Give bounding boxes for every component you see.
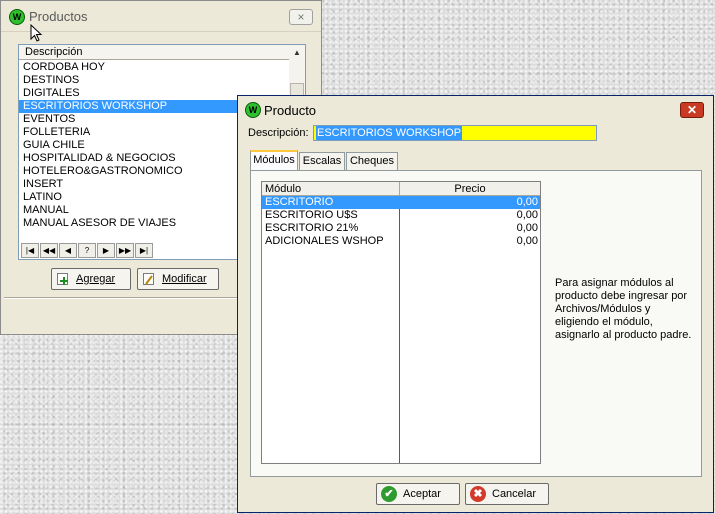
modulos-rows: ESCRITORIO 0,00 ESCRITORIO U$S 0,00 ESCR… [262,196,540,248]
column-header-descripcion[interactable]: Descripción [19,45,289,60]
cell-modulo: ESCRITORIO U$S [265,209,358,221]
edit-pencil-icon [143,273,154,285]
mouse-cursor-icon [30,24,43,42]
scroll-up-arrow-icon[interactable]: ▲ [289,45,305,61]
list-item[interactable]: CORDOBA HOY [19,61,289,74]
modulos-grid[interactable]: Módulo Precio ESCRITORIO 0,00 ESCRITORIO… [261,181,541,464]
agregar-button[interactable]: Agregar [51,268,131,290]
table-row[interactable]: ESCRITORIO 21% 0,00 [262,222,540,235]
cell-modulo: ESCRITORIO [265,196,334,208]
cell-precio: 0,00 [516,235,538,247]
tab-cheques[interactable]: Cheques [346,152,398,170]
producto-titlebar[interactable]: W Producto ✕ [238,96,713,122]
modulos-tab-panel: Módulo Precio ESCRITORIO 0,00 ESCRITORIO… [250,170,702,477]
cancelar-label: Cancelar [492,488,537,500]
aceptar-label: Aceptar [403,488,441,500]
cell-precio: 0,00 [516,209,538,221]
cell-modulo: ADICIONALES WSHOP [265,235,384,247]
cancel-x-icon: ✖ [470,486,486,502]
producto-dialog: W Producto ✕ Descripción: ESCRITORIOS WO… [237,95,714,513]
column-header-modulo[interactable]: Módulo [262,182,400,196]
descripcion-label: Descripción: [248,127,309,139]
tab-escalas[interactable]: Escalas [299,152,345,170]
add-document-icon [57,273,68,285]
productos-window-title: Productos [29,9,88,24]
nav-next-button[interactable]: ▶ [97,243,115,258]
nav-next-page-button[interactable]: ▶▶ [116,243,134,258]
producto-window-title: Producto [264,103,317,118]
agregar-label: Agregar [76,273,116,285]
productos-titlebar[interactable]: W Productos × [1,1,321,32]
checkmark-icon: ✔ [381,486,397,502]
cell-precio: 0,00 [516,222,538,234]
table-row-selected[interactable]: ESCRITORIO 0,00 [262,196,540,209]
nav-first-button[interactable]: |◀ [21,243,39,258]
descripcion-selected-text: ESCRITORIOS WORKSHOP [316,126,463,140]
table-row[interactable]: ADICIONALES WSHOP 0,00 [262,235,540,248]
nav-search-button[interactable]: ? [78,243,96,258]
column-header-precio[interactable]: Precio [400,182,540,196]
modificar-button[interactable]: Modificar [137,268,219,290]
modificar-label: Modificar [162,273,207,285]
tab-modulos[interactable]: Módulos [250,150,298,170]
productos-close-button[interactable]: × [289,9,313,25]
producto-close-button[interactable]: ✕ [680,102,704,118]
nav-last-button[interactable]: ▶| [135,243,153,258]
app-logo-icon: W [9,9,25,25]
modulos-help-text: Para asignar módulos al producto debe in… [555,277,692,341]
list-item[interactable]: DESTINOS [19,74,289,87]
cancelar-button[interactable]: ✖ Cancelar [465,483,549,505]
descripcion-input[interactable]: ESCRITORIOS WORKSHOP [313,125,597,141]
table-row[interactable]: ESCRITORIO U$S 0,00 [262,209,540,222]
nav-prev-page-button[interactable]: ◀◀ [40,243,58,258]
aceptar-button[interactable]: ✔ Aceptar [376,483,460,505]
app-logo-icon: W [245,102,261,118]
cell-modulo: ESCRITORIO 21% [265,222,359,234]
nav-prev-button[interactable]: ◀ [59,243,77,258]
cell-precio: 0,00 [516,196,538,208]
